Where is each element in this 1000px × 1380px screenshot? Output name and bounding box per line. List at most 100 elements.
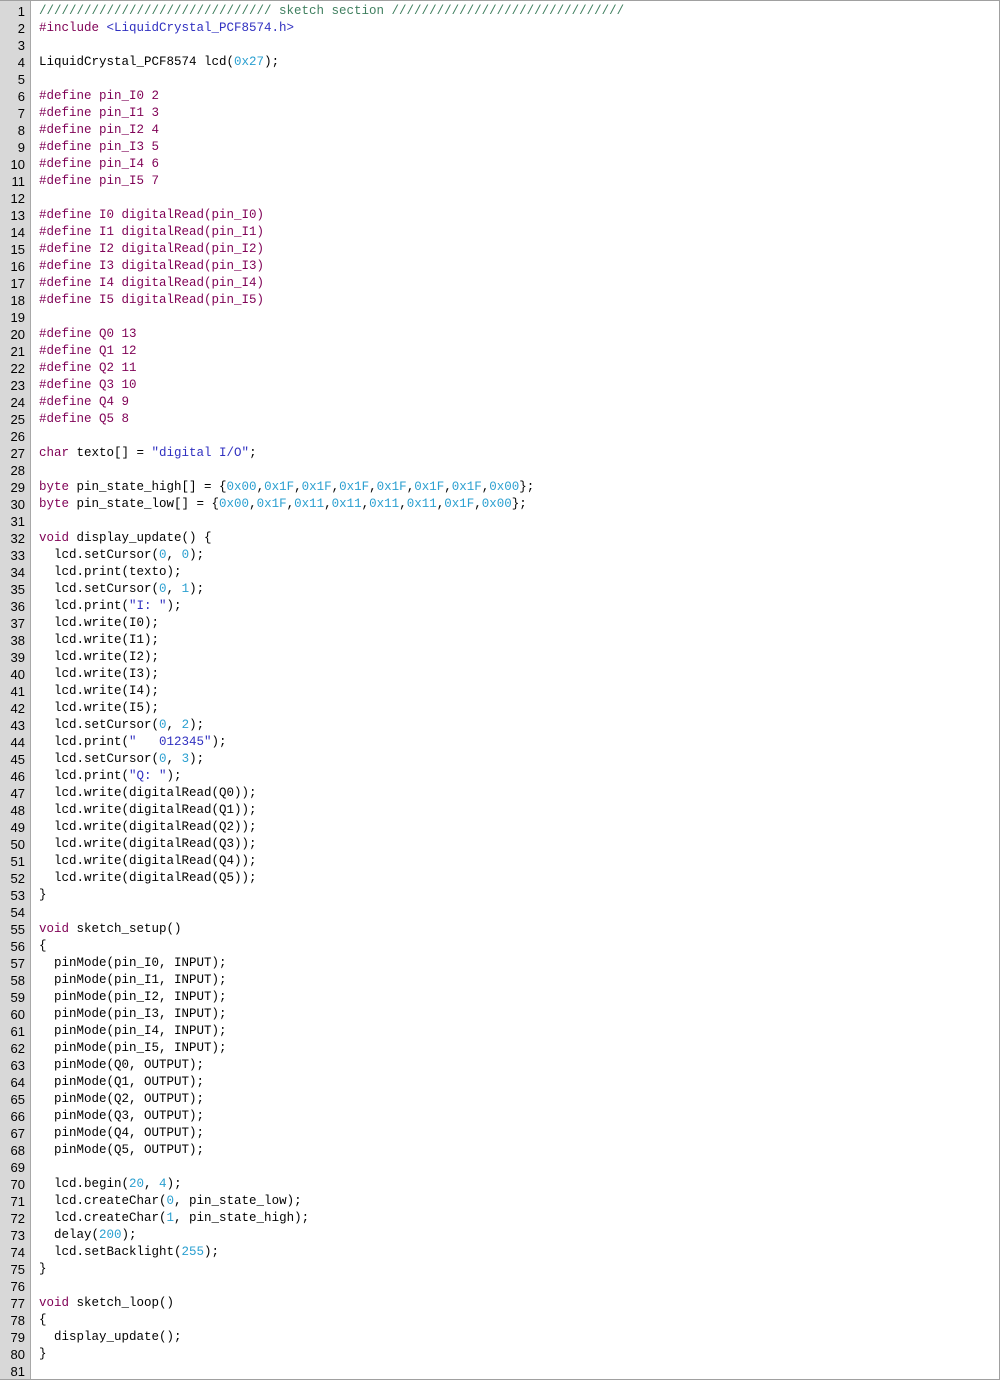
code-line[interactable]: 31: [0, 513, 999, 530]
code-line[interactable]: 20 #define Q0 13: [0, 326, 999, 343]
code-line[interactable]: 15 #define I2 digitalRead(pin_I2): [0, 241, 999, 258]
code-line[interactable]: 47 lcd.write(digitalRead(Q0));: [0, 785, 999, 802]
code-line[interactable]: 75}: [0, 1261, 999, 1278]
code-line[interactable]: 8 #define pin_I2 4: [0, 122, 999, 139]
code-token: void: [39, 1296, 70, 1310]
code-line[interactable]: 78 {: [0, 1312, 999, 1329]
code-line[interactable]: 44 lcd.print(" 012345");: [0, 734, 999, 751]
code-line[interactable]: 2 #include <LiquidCrystal_PCF8574.h>: [0, 20, 999, 37]
code-line[interactable]: 46 lcd.print("Q: ");: [0, 768, 999, 785]
code-line[interactable]: 56 {: [0, 938, 999, 955]
code-line[interactable]: 80}: [0, 1346, 999, 1363]
code-token: , pin_state_low);: [174, 1194, 302, 1208]
code-area[interactable]: 1 /////////////////////////////// sketch …: [0, 3, 999, 1379]
code-line[interactable]: 37 lcd.write(I0);: [0, 615, 999, 632]
code-line[interactable]: 62 pinMode(pin_I5, INPUT);: [0, 1040, 999, 1057]
code-line[interactable]: 43 lcd.setCursor(0, 2);: [0, 717, 999, 734]
code-line[interactable]: 51 lcd.write(digitalRead(Q4));: [0, 853, 999, 870]
code-line[interactable]: 19: [0, 309, 999, 326]
code-line[interactable]: 33 lcd.setCursor(0, 0);: [0, 547, 999, 564]
code-line[interactable]: 77 void sketch_loop(): [0, 1295, 999, 1312]
code-line[interactable]: 39 lcd.write(I2);: [0, 649, 999, 666]
code-line[interactable]: 9 #define pin_I3 5: [0, 139, 999, 156]
code-text: #define pin_I3 5: [39, 139, 159, 156]
code-line[interactable]: 45 lcd.setCursor(0, 3);: [0, 751, 999, 768]
code-line[interactable]: 28: [0, 462, 999, 479]
code-line[interactable]: 10 #define pin_I4 6: [0, 156, 999, 173]
code-line[interactable]: 48 lcd.write(digitalRead(Q1));: [0, 802, 999, 819]
code-line[interactable]: 50 lcd.write(digitalRead(Q3));: [0, 836, 999, 853]
code-line[interactable]: 49 lcd.write(digitalRead(Q2));: [0, 819, 999, 836]
code-line[interactable]: 17 #define I4 digitalRead(pin_I4): [0, 275, 999, 292]
code-text: lcd.write(I4);: [39, 683, 159, 700]
code-line[interactable]: 34 lcd.print(texto);: [0, 564, 999, 581]
code-line[interactable]: 27 char texto[] = "digital I/O";: [0, 445, 999, 462]
code-line[interactable]: 71 lcd.createChar(0, pin_state_low);: [0, 1193, 999, 1210]
line-number: 23: [10, 378, 25, 393]
code-line[interactable]: 40 lcd.write(I3);: [0, 666, 999, 683]
code-line[interactable]: 1 /////////////////////////////// sketch …: [0, 3, 999, 20]
code-token: ,: [331, 480, 340, 494]
code-line[interactable]: 74 lcd.setBacklight(255);: [0, 1244, 999, 1261]
code-text: lcd.write(digitalRead(Q5));: [39, 870, 257, 887]
code-line[interactable]: 25 #define Q5 8: [0, 411, 999, 428]
line-number: 52: [10, 871, 25, 886]
code-line[interactable]: 35 lcd.setCursor(0, 1);: [0, 581, 999, 598]
code-line[interactable]: 70 lcd.begin(20, 4);: [0, 1176, 999, 1193]
code-text: #define I5 digitalRead(pin_I5): [39, 292, 264, 309]
line-number: 56: [10, 939, 25, 954]
code-line[interactable]: 61 pinMode(pin_I4, INPUT);: [0, 1023, 999, 1040]
code-line[interactable]: 64 pinMode(Q1, OUTPUT);: [0, 1074, 999, 1091]
code-line[interactable]: 24 #define Q4 9: [0, 394, 999, 411]
code-line[interactable]: 6 #define pin_I0 2: [0, 88, 999, 105]
code-line[interactable]: 13 #define I0 digitalRead(pin_I0): [0, 207, 999, 224]
code-line[interactable]: 11 #define pin_I5 7: [0, 173, 999, 190]
code-line[interactable]: 12: [0, 190, 999, 207]
code-line[interactable]: 73 delay(200);: [0, 1227, 999, 1244]
code-line[interactable]: 65 pinMode(Q2, OUTPUT);: [0, 1091, 999, 1108]
code-token: }: [39, 1347, 47, 1361]
code-line[interactable]: 26: [0, 428, 999, 445]
code-line[interactable]: 5: [0, 71, 999, 88]
code-line[interactable]: 76: [0, 1278, 999, 1295]
code-line[interactable]: 16 #define I3 digitalRead(pin_I3): [0, 258, 999, 275]
code-line[interactable]: 58 pinMode(pin_I1, INPUT);: [0, 972, 999, 989]
code-line[interactable]: 21 #define Q1 12: [0, 343, 999, 360]
code-line[interactable]: 81: [0, 1363, 999, 1379]
code-line[interactable]: 7 #define pin_I1 3: [0, 105, 999, 122]
code-line[interactable]: 67 pinMode(Q4, OUTPUT);: [0, 1125, 999, 1142]
code-line[interactable]: 38 lcd.write(I1);: [0, 632, 999, 649]
code-line[interactable]: 42 lcd.write(I5);: [0, 700, 999, 717]
code-line[interactable]: 63 pinMode(Q0, OUTPUT);: [0, 1057, 999, 1074]
code-line[interactable]: 54: [0, 904, 999, 921]
code-line[interactable]: 41 lcd.write(I4);: [0, 683, 999, 700]
code-text: lcd.setCursor(0, 3);: [39, 751, 204, 768]
code-text: pinMode(Q5, OUTPUT);: [39, 1142, 204, 1159]
code-line[interactable]: 52 lcd.write(digitalRead(Q5));: [0, 870, 999, 887]
line-number: 80: [10, 1347, 25, 1362]
code-line[interactable]: 72 lcd.createChar(1, pin_state_high);: [0, 1210, 999, 1227]
code-line[interactable]: 36 lcd.print("I: ");: [0, 598, 999, 615]
code-text: #define Q4 9: [39, 394, 129, 411]
code-token: 200: [99, 1228, 122, 1242]
code-line[interactable]: 69: [0, 1159, 999, 1176]
code-line[interactable]: 14 #define I1 digitalRead(pin_I1): [0, 224, 999, 241]
code-line[interactable]: 79 display_update();: [0, 1329, 999, 1346]
code-line[interactable]: 22 #define Q2 11: [0, 360, 999, 377]
code-line[interactable]: 30 byte pin_state_low[] = {0x00,0x1F,0x11…: [0, 496, 999, 513]
code-line[interactable]: 68 pinMode(Q5, OUTPUT);: [0, 1142, 999, 1159]
code-line[interactable]: 60 pinMode(pin_I3, INPUT);: [0, 1006, 999, 1023]
code-line[interactable]: 32 void display_update() {: [0, 530, 999, 547]
code-line[interactable]: 29 byte pin_state_high[] = {0x00,0x1F,0x1…: [0, 479, 999, 496]
code-line[interactable]: 55 void sketch_setup(): [0, 921, 999, 938]
code-line[interactable]: 3: [0, 37, 999, 54]
line-number: 19: [10, 310, 25, 325]
code-line[interactable]: 53}: [0, 887, 999, 904]
code-line[interactable]: 57 pinMode(pin_I0, INPUT);: [0, 955, 999, 972]
code-line[interactable]: 59 pinMode(pin_I2, INPUT);: [0, 989, 999, 1006]
code-editor[interactable]: 1 /////////////////////////////// sketch …: [0, 0, 1000, 1380]
code-line[interactable]: 4 LiquidCrystal_PCF8574 lcd(0x27);: [0, 54, 999, 71]
code-line[interactable]: 23 #define Q3 10: [0, 377, 999, 394]
code-line[interactable]: 66 pinMode(Q3, OUTPUT);: [0, 1108, 999, 1125]
code-line[interactable]: 18 #define I5 digitalRead(pin_I5): [0, 292, 999, 309]
